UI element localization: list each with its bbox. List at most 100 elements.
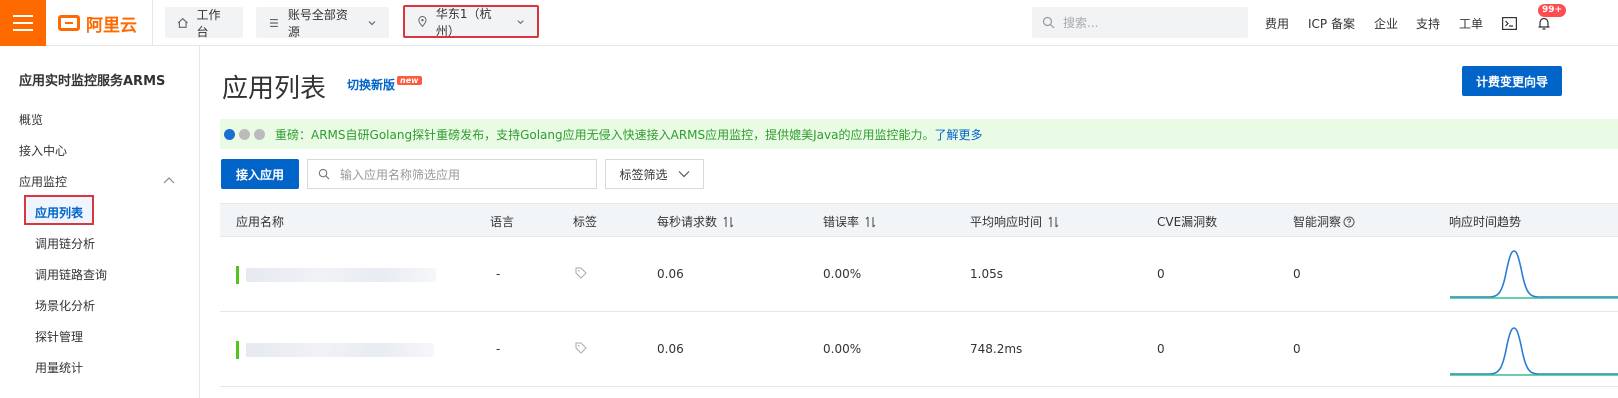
table-header: 应用名称 语言 标签 每秒请求数 错误率 平均响应时间 CVE漏洞数 智能洞察 …: [220, 203, 1618, 237]
cloud-shell-button[interactable]: [1502, 0, 1517, 46]
nav-billing-label: 费用: [1265, 16, 1290, 31]
table-row[interactable]: - 0.06 0.00% 748.2ms 0 0: [220, 312, 1618, 387]
col-avg-rt[interactable]: 平均响应时间: [970, 213, 1059, 230]
workbench-button[interactable]: 工作台: [165, 7, 243, 39]
sidebar-item-trace-query[interactable]: 调用链路查询: [35, 266, 107, 283]
nav-ticket-label: 工单: [1459, 16, 1484, 31]
resource-group-selector[interactable]: 账号全部资源: [256, 7, 389, 39]
region-selector[interactable]: 华东1（杭州）: [403, 5, 539, 38]
col-language: 语言: [490, 213, 514, 230]
sort-icon[interactable]: [723, 216, 734, 228]
sidebar-item-access-center[interactable]: 接入中心: [19, 142, 67, 159]
col-cve-label: CVE漏洞数: [1157, 215, 1218, 229]
insight-cell: 0: [1293, 267, 1301, 281]
divider: [152, 0, 153, 46]
col-insight: 智能洞察: [1293, 213, 1355, 230]
tag-filter-dropdown[interactable]: 标签筛选: [605, 159, 704, 189]
col-rps-label: 每秒请求数: [657, 215, 718, 229]
search-icon: [1042, 16, 1055, 29]
sidebar-item-overview[interactable]: 概览: [19, 111, 43, 128]
app-name-redacted[interactable]: [246, 343, 434, 357]
col-insight-label: 智能洞察: [1293, 215, 1342, 229]
tag-icon[interactable]: [575, 267, 587, 279]
rt-trend-sparkline[interactable]: [1450, 322, 1618, 378]
app-name-redacted[interactable]: [246, 268, 436, 282]
app-name-filter-input[interactable]: 输入应用名称筛选应用: [307, 159, 597, 189]
health-indicator: [236, 266, 239, 284]
sidebar-item-app-list-label: 应用列表: [35, 206, 84, 220]
nav-icp[interactable]: ICP 备案: [1308, 0, 1355, 46]
region-label: 华东1（杭州）: [435, 6, 492, 38]
sidebar-item-scenario-analysis[interactable]: 场景化分析: [35, 297, 95, 314]
list-icon: [269, 18, 278, 27]
rps-cell: 0.06: [657, 267, 684, 281]
col-cve: CVE漏洞数: [1157, 213, 1217, 230]
nav-billing[interactable]: 费用: [1265, 0, 1289, 46]
chevron-down-icon: [517, 19, 524, 24]
sidebar-item-probe-management[interactable]: 探针管理: [35, 328, 83, 345]
hamburger-menu-button[interactable]: [0, 0, 46, 46]
logo-text: 阿里云: [86, 15, 137, 36]
carousel-dot[interactable]: [254, 128, 265, 140]
chevron-down-icon: [368, 20, 376, 25]
location-pin-icon: [418, 16, 427, 28]
table-row[interactable]: - 0.06 0.00% 1.05s 0 0: [220, 237, 1618, 312]
nav-icp-label: ICP 备案: [1308, 16, 1355, 31]
bell-icon: [1538, 17, 1550, 30]
sidebar-title: 应用实时监控服务ARMS: [19, 74, 166, 89]
new-badge: new: [397, 76, 422, 85]
top-bar: 阿里云 工作台 账号全部资源 华东1（杭州） 搜索... 费用 ICP 备案 企…: [0, 0, 1618, 46]
search-icon: [318, 168, 330, 180]
chevron-up-icon[interactable]: [163, 176, 175, 184]
nav-support[interactable]: 支持: [1416, 0, 1440, 46]
carousel-dot-active[interactable]: [224, 128, 235, 140]
col-avg-rt-label: 平均响应时间: [970, 215, 1043, 229]
sidebar-item-trace-analysis[interactable]: 调用链分析: [35, 235, 95, 252]
nav-enterprise[interactable]: 企业: [1374, 0, 1398, 46]
switch-new-version-link[interactable]: 切换新版 new: [347, 76, 422, 93]
sidebar-item-app-monitoring[interactable]: 应用监控: [19, 173, 67, 190]
nav-enterprise-label: 企业: [1374, 16, 1399, 31]
error-rate-cell: 0.00%: [823, 267, 862, 281]
col-rt-trend-label: 响应时间趋势: [1449, 215, 1522, 229]
banner-text: 重磅：ARMS自研Golang探针重磅发布，支持Golang应用无侵入快速接入A…: [275, 127, 935, 142]
cve-cell: 0: [1157, 342, 1165, 356]
error-rate-cell: 0.00%: [823, 342, 862, 356]
nav-ticket[interactable]: 工单: [1459, 0, 1483, 46]
global-search[interactable]: 搜索...: [1032, 7, 1248, 38]
nav-support-label: 支持: [1416, 16, 1441, 31]
main-content: 应用列表 切换新版 new 计费变更向导 重磅：ARMS自研Golang探针重磅…: [200, 46, 1618, 398]
col-language-label: 语言: [490, 215, 515, 229]
billing-change-guide-button[interactable]: 计费变更向导: [1462, 66, 1562, 96]
language-cell: -: [496, 267, 501, 281]
carousel-dot[interactable]: [239, 128, 250, 140]
rps-cell: 0.06: [657, 342, 684, 356]
col-rps[interactable]: 每秒请求数: [657, 213, 734, 230]
learn-more-link[interactable]: 了解更多: [935, 126, 983, 143]
col-app-name: 应用名称: [236, 213, 284, 230]
sidebar-item-app-list[interactable]: 应用列表: [24, 195, 94, 225]
filter-placeholder: 输入应用名称筛选应用: [340, 167, 461, 182]
add-application-button[interactable]: 接入应用: [221, 159, 299, 189]
sort-icon[interactable]: [865, 216, 876, 228]
switch-label: 切换新版: [347, 78, 396, 92]
rt-trend-sparkline[interactable]: [1450, 249, 1618, 301]
tag-filter-label: 标签筛选: [619, 167, 668, 182]
col-error-rate[interactable]: 错误率: [823, 213, 876, 230]
search-placeholder: 搜索...: [1063, 16, 1099, 30]
workbench-label: 工作台: [196, 7, 221, 39]
resource-label: 账号全部资源: [287, 7, 348, 39]
health-indicator: [236, 341, 239, 359]
terminal-icon: [1502, 16, 1517, 30]
col-tags: 标签: [573, 213, 597, 230]
col-error-rate-label: 错误率: [823, 215, 860, 229]
tag-icon[interactable]: [575, 342, 587, 354]
cve-cell: 0: [1157, 267, 1165, 281]
sidebar-item-usage-stats[interactable]: 用量统计: [35, 359, 83, 376]
col-rt-trend: 响应时间趋势: [1449, 213, 1521, 230]
aliyun-logo[interactable]: 阿里云: [58, 12, 137, 36]
sort-icon[interactable]: [1048, 216, 1059, 228]
col-tags-label: 标签: [573, 215, 598, 229]
announcement-banner: 重磅：ARMS自研Golang探针重磅发布，支持Golang应用无侵入快速接入A…: [220, 119, 1618, 149]
help-icon[interactable]: [1343, 216, 1355, 228]
